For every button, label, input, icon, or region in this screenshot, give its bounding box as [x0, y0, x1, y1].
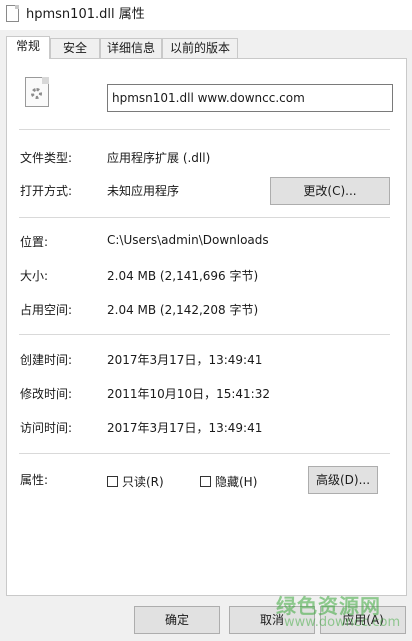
tab-details[interactable]: 详细信息 — [100, 38, 162, 58]
checkbox-box[interactable] — [200, 476, 211, 487]
file-type-label: 文件类型: — [20, 151, 73, 165]
tab-security[interactable]: 安全 — [50, 38, 100, 58]
modified-value: 2011年10月10日，15:41:32 — [107, 387, 270, 401]
modified-label: 修改时间: — [20, 387, 73, 401]
watermark-url: www.downcc.com — [284, 615, 401, 630]
created-value: 2017年3月17日，13:49:41 — [107, 353, 263, 367]
divider — [19, 129, 390, 130]
general-panel: hpmsn101.dll www.downcc.com 文件类型: 应用程序扩展… — [6, 58, 407, 596]
created-label: 创建时间: — [20, 353, 73, 367]
readonly-checkbox[interactable]: 只读(R) — [107, 473, 164, 490]
opens-with-value: 未知应用程序 — [107, 184, 180, 198]
location-label: 位置: — [20, 235, 49, 249]
location-value: C:\Users\admin\Downloads — [107, 233, 269, 247]
size-value: 2.04 MB (2,141,696 字节) — [107, 269, 259, 283]
divider — [19, 334, 390, 335]
hidden-checkbox[interactable]: 隐藏(H) — [200, 473, 257, 490]
checkbox-box[interactable] — [107, 476, 118, 487]
divider — [19, 217, 390, 218]
hidden-label: 隐藏(H) — [215, 475, 258, 489]
tab-previous-versions[interactable]: 以前的版本 — [162, 38, 238, 58]
size-label: 大小: — [20, 269, 49, 283]
accessed-label: 访问时间: — [20, 421, 73, 435]
gear-icon — [31, 88, 42, 99]
divider — [19, 453, 390, 454]
ok-button[interactable]: 确定 — [134, 606, 220, 634]
window-title: hpmsn101.dll 属性 — [26, 7, 145, 22]
title-bar: hpmsn101.dll 属性 — [0, 0, 412, 30]
file-type-value: 应用程序扩展 (.dll) — [107, 151, 211, 165]
size-on-disk-value: 2.04 MB (2,142,208 字节) — [107, 303, 259, 317]
advanced-button[interactable]: 高级(D)... — [308, 466, 378, 494]
file-name-field[interactable]: hpmsn101.dll www.downcc.com — [107, 84, 393, 112]
opens-with-label: 打开方式: — [20, 184, 73, 198]
page-fold — [42, 77, 49, 84]
readonly-label: 只读(R) — [122, 475, 164, 489]
size-on-disk-label: 占用空间: — [20, 303, 73, 317]
dll-file-gear-icon — [25, 77, 49, 107]
change-button[interactable]: 更改(C)... — [270, 177, 390, 205]
accessed-value: 2017年3月17日，13:49:41 — [107, 421, 263, 435]
attributes-label: 属性: — [20, 473, 49, 487]
file-icon — [6, 5, 19, 22]
tab-general[interactable]: 常规 — [6, 36, 50, 59]
